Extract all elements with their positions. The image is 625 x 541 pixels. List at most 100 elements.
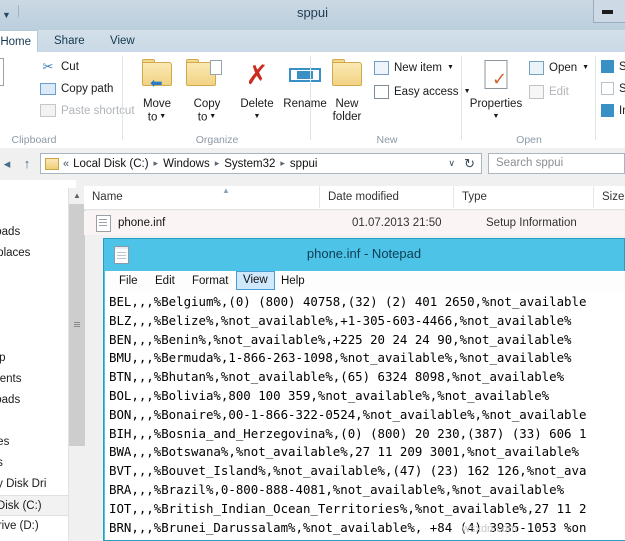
sidebar-item-5[interactable]: op (0, 285, 76, 306)
sidebar-item-music[interactable]: usic (0, 411, 76, 432)
column-header-size[interactable]: Size (593, 186, 625, 208)
ribbon-item-select-all[interactable]: Se (601, 56, 625, 77)
sidebar-item-6[interactable]: b (0, 306, 76, 327)
menu-file[interactable]: File (113, 271, 144, 291)
ribbon-item-edit[interactable]: Edit (529, 81, 569, 102)
ribbon-item-invert-selection[interactable]: In (601, 100, 625, 121)
sidebar-item-floppy-disk[interactable]: oppy Disk Dri (0, 474, 76, 495)
ribbon-item-copy-path[interactable]: Copy path (40, 78, 113, 99)
ribbon-item-delete[interactable]: ✗ Delete ▼ (230, 58, 284, 123)
column-header-name[interactable]: Name (84, 186, 299, 208)
tab-view[interactable]: View (100, 30, 145, 52)
breadcrumb-separator-icon: ▸ (214, 158, 220, 168)
search-input[interactable]: Search sppui (488, 153, 625, 174)
ribbon-item-new-item[interactable]: New item ▼ (374, 57, 454, 78)
text-line: BEL,,,%Belgium%,(0) (800) 40758,(32) (2)… (109, 294, 587, 309)
new-folder-label-1: New (335, 98, 359, 110)
watermark: wsxdn.com (462, 523, 518, 535)
text-line: BRN,,,%Brunei_Darussalam%,%not_available… (109, 519, 587, 535)
text-line: BGR,,,%Bulgaria%,(0) (800) 1 5555,(359) … (109, 537, 625, 540)
explorer-title-bar: ▼ sppui (0, 0, 625, 31)
chevron-down-icon[interactable]: ▼ (582, 64, 589, 71)
address-bar[interactable]: « Local Disk (C:) ▸ Windows ▸ System32 ▸… (40, 153, 482, 174)
up-button[interactable]: ↑ (18, 155, 36, 173)
ribbon-item-paste-shortcut[interactable]: Paste shortcut (40, 100, 135, 121)
ribbon-divider (595, 56, 596, 140)
minimize-icon (602, 10, 613, 14)
file-name: phone.inf (118, 217, 166, 229)
ribbon-item-move-to[interactable]: ⬅ Move to ▼ (130, 58, 184, 123)
sidebar-item-this-pc[interactable]: PC (0, 327, 76, 348)
sidebar-item-documents[interactable]: cuments (0, 369, 76, 390)
ribbon-item-select-none[interactable]: Se (601, 78, 625, 99)
copy-path-icon (40, 82, 56, 95)
notepad-title: phone.inf - Notepad (306, 246, 422, 261)
menu-help[interactable]: Help (275, 271, 311, 291)
scissors-icon: ✂ (42, 58, 54, 74)
sidebar-item-desktop[interactable]: sktop (0, 348, 76, 369)
breadcrumb-item-3[interactable]: sppui (290, 158, 318, 170)
chevron-down-icon[interactable]: ▼ (207, 113, 216, 120)
column-header-date-modified[interactable]: Date modified (319, 186, 453, 208)
text-line: IOT,,,%British_Indian_Ocean_Territories%… (109, 500, 587, 516)
sidebar-item-videos[interactable]: deos (0, 453, 76, 474)
ribbon-divider (310, 56, 311, 140)
chevron-down-icon[interactable]: ▼ (493, 113, 500, 120)
chevron-down-icon[interactable]: ∨ (448, 158, 455, 169)
ribbon-item-properties[interactable]: ✓ Properties ▼ (465, 58, 527, 123)
chevron-down-icon[interactable]: ▼ (157, 113, 166, 120)
delete-label: Delete (240, 98, 274, 110)
menu-edit[interactable]: Edit (149, 271, 181, 291)
file-date-modified: 01.07.2013 21:50 (352, 217, 442, 229)
menu-format[interactable]: Format (186, 271, 234, 291)
ribbon-item-cut[interactable]: ✂ Cut (40, 56, 79, 77)
breadcrumb-item-1[interactable]: Windows (163, 158, 210, 170)
breadcrumb-item-2[interactable]: System32 (224, 158, 275, 170)
breadcrumb-item-0[interactable]: Local Disk (C:) (73, 158, 148, 170)
open-notepad-icon (529, 60, 544, 75)
new-folder-icon (320, 58, 374, 96)
ribbon-item-copy-to[interactable]: Copy to ▼ (180, 58, 234, 123)
text-line: BEN,,,%Benin%,%not_available%,+225 20 24… (109, 331, 572, 347)
sidebar-item-local-disk-c[interactable]: cal Disk (C:) (0, 495, 76, 516)
column-header-type[interactable]: Type (453, 186, 593, 208)
paste-shortcut-label: Paste shortcut (61, 104, 135, 117)
ribbon-tab-strip: Home Share View (0, 30, 625, 53)
navigation-pane-scrollbar[interactable]: ▲ (68, 188, 85, 541)
ribbon-group-new: New folder New item ▼ Easy access ▼ New (314, 52, 471, 148)
new-folder-label-2: folder (332, 110, 362, 123)
ribbon-item-new-folder[interactable]: New folder (320, 58, 374, 123)
folder-icon (45, 157, 59, 170)
back-button[interactable]: ◂ (0, 155, 16, 173)
sidebar-item-downloads[interactable]: wnloads (0, 390, 76, 411)
file-type: Setup Information (486, 217, 577, 229)
sidebar-item-1[interactable]: ktop (0, 201, 76, 222)
table-row[interactable]: phone.inf 01.07.2013 21:50 Setup Informa… (84, 211, 625, 235)
minimize-button[interactable] (593, 0, 625, 23)
notepad-menu-bar: File Edit Format View Help (105, 271, 625, 292)
move-to-label-1: Move (142, 98, 172, 110)
breadcrumb-separator-icon: ▸ (153, 158, 159, 168)
move-to-label-2: to (147, 110, 158, 123)
chevron-down-icon[interactable]: ▼ (447, 64, 454, 71)
refresh-icon[interactable]: ↻ (464, 156, 475, 172)
sidebar-item-dvd-drive-d[interactable]: D Drive (D:) (0, 516, 76, 537)
window-controls (593, 0, 625, 24)
sidebar-item-pictures[interactable]: ctures (0, 432, 76, 453)
sidebar-item-2[interactable]: wnloads (0, 222, 76, 243)
ribbon-item-open[interactable]: Open ▼ (529, 57, 589, 78)
scroll-up-arrow-icon[interactable]: ▲ (69, 188, 85, 204)
cut-label: Cut (61, 60, 79, 73)
scrollbar-thumb[interactable] (69, 204, 85, 446)
sidebar-item-0[interactable]: tes (0, 180, 76, 201)
properties-icon: ✓ (465, 58, 527, 96)
menu-view[interactable]: View (236, 271, 275, 290)
breadcrumb-overflow-icon[interactable]: « (63, 158, 69, 170)
navigation-pane: tes ktop wnloads ent places op b PC skto… (0, 180, 76, 541)
tab-home[interactable]: Home (0, 30, 38, 53)
ribbon-item-easy-access[interactable]: Easy access ▼ (374, 81, 471, 102)
tab-share[interactable]: Share (44, 30, 95, 52)
notepad-text-area[interactable]: BEL,,,%Belgium%,(0) (800) 40758,(32) (2)… (105, 291, 625, 540)
sidebar-item-3[interactable]: ent places (0, 243, 76, 264)
chevron-down-icon[interactable]: ▼ (254, 113, 261, 120)
